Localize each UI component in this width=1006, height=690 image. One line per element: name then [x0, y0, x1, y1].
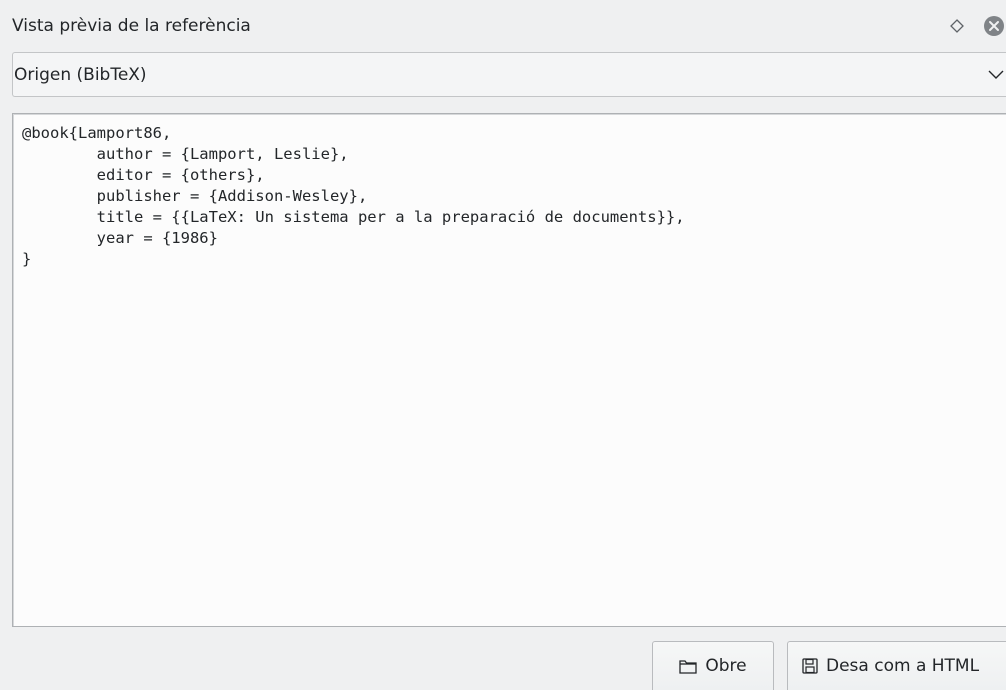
source-format-value: Origen (BibTeX): [14, 65, 147, 85]
save-as-html-button[interactable]: Desa com a HTML: [787, 641, 1006, 690]
button-bar: Obre Desa com a HTML: [0, 627, 1006, 690]
folder-icon: [679, 659, 698, 674]
chevron-down-icon: [988, 70, 1004, 79]
reference-preview-panel: Vista prèvia de la referència Origen (Bi…: [0, 0, 1006, 690]
titlebar: Vista prèvia de la referència: [0, 0, 1006, 52]
panel-title: Vista prèvia de la referència: [12, 16, 251, 36]
source-format-select[interactable]: Origen (BibTeX): [12, 52, 1006, 97]
floppy-disk-icon: [802, 658, 818, 674]
bibtex-source-text: @book{Lamport86, author = {Lamport, Lesl…: [22, 124, 685, 268]
open-button-label: Obre: [705, 656, 747, 676]
close-icon[interactable]: [983, 15, 1005, 37]
bibtex-source-view[interactable]: @book{Lamport86, author = {Lamport, Lesl…: [12, 113, 1006, 627]
float-icon[interactable]: [949, 18, 965, 34]
open-button[interactable]: Obre: [652, 641, 774, 690]
save-as-html-label: Desa com a HTML: [826, 656, 980, 676]
